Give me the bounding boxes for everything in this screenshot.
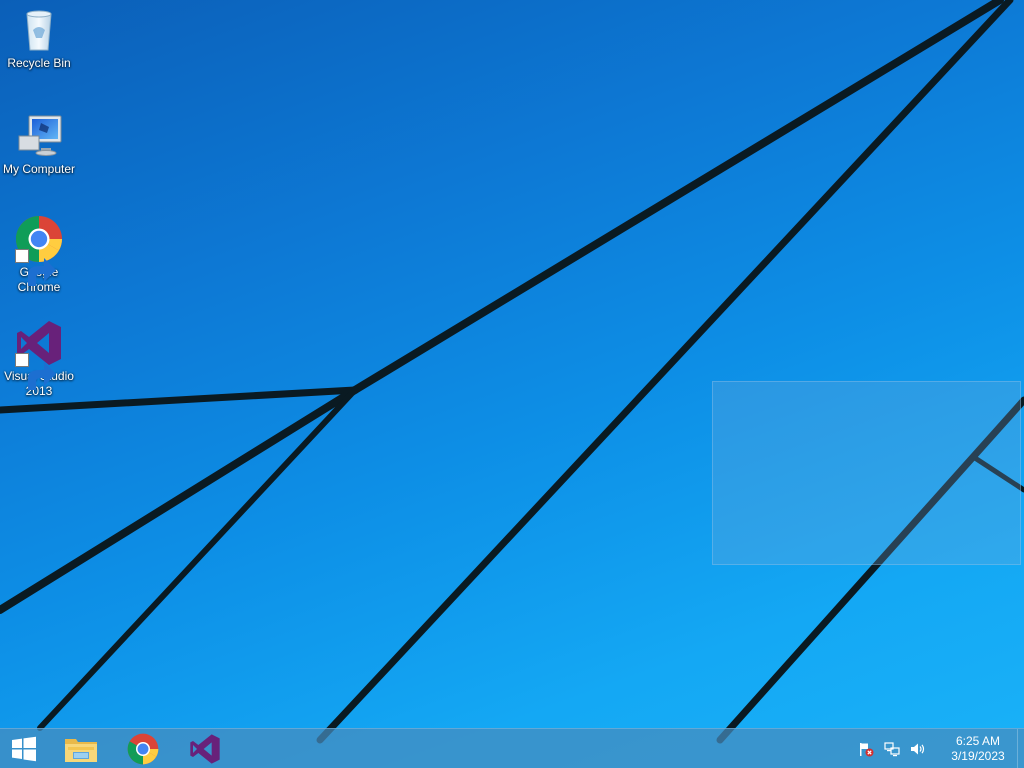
clock[interactable]: 6:25 AM 3/19/2023	[941, 734, 1015, 764]
desktop-icon-visual-studio[interactable]: Visual Studio 2013	[0, 319, 78, 399]
taskbar-file-explorer[interactable]	[54, 729, 108, 768]
file-explorer-icon	[65, 739, 97, 762]
clock-time: 6:25 AM	[955, 734, 1001, 748]
start-button[interactable]	[0, 729, 48, 768]
desktop-icon-recycle-bin[interactable]: Recycle Bin	[0, 6, 78, 71]
chrome-icon	[15, 215, 63, 286]
selection-rectangle	[712, 381, 1021, 565]
desktop-icon-my-computer[interactable]: My Computer	[0, 112, 78, 177]
recycle-bin-icon	[15, 6, 63, 54]
volume-icon[interactable]	[908, 739, 928, 759]
visual-studio-icon	[15, 319, 63, 390]
action-center-flag-icon[interactable]	[856, 739, 876, 759]
show-desktop-button[interactable]	[1017, 729, 1024, 768]
desktop-icon-label: My Computer	[2, 162, 76, 176]
system-tray: 6:25 AM 3/19/2023	[853, 729, 1024, 768]
desktop-icon-google-chrome[interactable]: Google Chrome	[0, 215, 78, 295]
taskbar-google-chrome[interactable]	[116, 729, 170, 768]
network-icon[interactable]	[882, 739, 902, 759]
desktop[interactable]: Recycle Bin My Computer Chrome Visual St…	[0, 0, 1024, 768]
shortcut-arrow-icon	[15, 353, 56, 390]
clock-date: 3/19/2023	[951, 749, 1005, 763]
desktop-icon-label: Recycle Bin	[7, 56, 71, 70]
shortcut-arrow-icon	[15, 249, 56, 286]
chrome-icon	[127, 733, 159, 765]
taskbar: 6:25 AM 3/19/2023	[0, 728, 1024, 768]
windows-logo-icon	[12, 736, 36, 762]
computer-icon	[15, 112, 63, 160]
visual-studio-icon	[190, 734, 220, 764]
taskbar-visual-studio[interactable]	[178, 729, 232, 768]
